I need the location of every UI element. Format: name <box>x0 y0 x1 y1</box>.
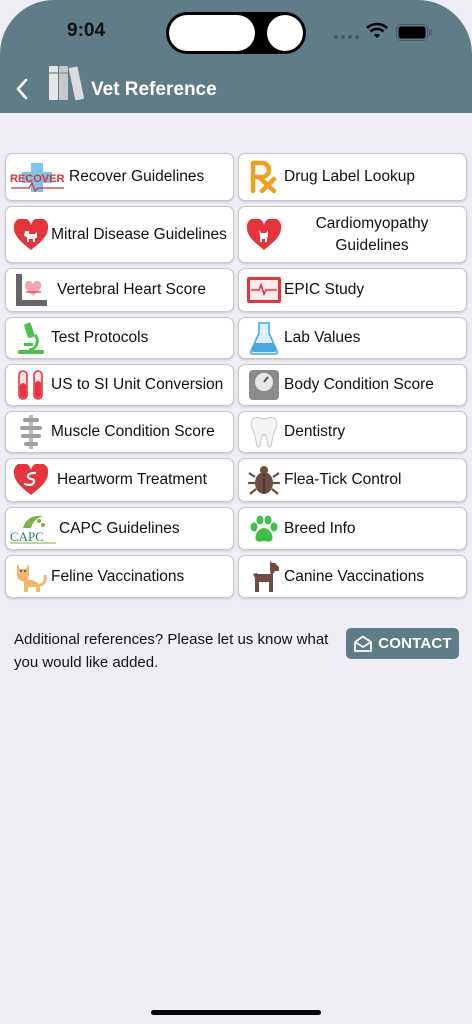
vertebral-heart-icon <box>11 272 51 308</box>
heart-cat-icon <box>244 218 284 251</box>
body-condition-score-card[interactable]: Body Condition Score <box>238 364 467 406</box>
books-logo-icon <box>49 66 85 101</box>
epic-study-card[interactable]: EPIC Study <box>238 268 467 312</box>
feline-vaccinations-card[interactable]: Feline Vaccinations <box>5 555 234 598</box>
breed-info-card[interactable]: Breed Info <box>238 507 467 550</box>
envelope-open-icon <box>354 635 373 652</box>
paw-icon <box>244 513 284 545</box>
status-time: 9:04 <box>67 20 106 41</box>
drug-label-lookup-card[interactable]: Drug Label Lookup <box>238 153 467 201</box>
page-title: Vet Reference <box>91 79 217 100</box>
tick-icon <box>244 463 284 497</box>
card-label: US to SI Unit Conversion <box>51 376 224 393</box>
rx-icon <box>244 160 284 194</box>
card-label: Vertebral Heart Score <box>57 281 207 298</box>
card-label: Body Condition Score <box>284 376 434 393</box>
cat-icon <box>11 560 51 594</box>
scale-icon <box>244 368 284 402</box>
home-indicator[interactable] <box>151 1010 321 1015</box>
tooth-icon <box>244 415 284 449</box>
footer-message: Additional references? Please let us kno… <box>14 631 329 671</box>
card-label: Muscle Condition Score <box>51 423 215 440</box>
recover-guidelines-card[interactable]: RECOVER Recover Guidelines <box>5 153 234 201</box>
heart-dog-icon <box>11 218 51 251</box>
test-protocols-card[interactable]: Test Protocols <box>5 317 234 359</box>
card-label: Heartworm Treatment <box>57 471 207 488</box>
card-label: Recover Guidelines <box>69 168 205 185</box>
card-label: Mitral Disease Guidelines <box>51 225 227 243</box>
heartworm-icon <box>11 464 51 496</box>
contact-button[interactable]: CONTACT <box>346 628 459 659</box>
microscope-icon <box>11 321 51 355</box>
canine-vaccinations-card[interactable]: Canine Vaccinations <box>238 555 467 598</box>
card-label: CAPC Guidelines <box>59 519 180 537</box>
spine-icon <box>11 414 51 450</box>
test-tubes-icon <box>11 368 51 402</box>
lab-values-card[interactable]: Lab Values <box>238 317 467 359</box>
capc-guidelines-card[interactable]: CAPC CAPC Guidelines <box>5 507 234 550</box>
svg-text:RECOVER: RECOVER <box>10 173 64 185</box>
cardiomyopathy-card[interactable]: Cardiomyopathy Guidelines <box>238 206 467 263</box>
card-label: Drug Label Lookup <box>284 168 415 185</box>
mitral-disease-card[interactable]: Mitral Disease Guidelines <box>5 206 234 263</box>
flask-icon <box>244 321 284 355</box>
battery-icon <box>396 24 432 41</box>
card-label: Lab Values <box>284 329 361 346</box>
vertebral-heart-score-card[interactable]: Vertebral Heart Score <box>5 268 234 312</box>
muscle-condition-score-card[interactable]: Muscle Condition Score <box>5 411 234 453</box>
capc-logo-icon: CAPC <box>9 512 59 546</box>
card-label: Test Protocols <box>51 329 149 346</box>
card-label: Canine Vaccinations <box>284 567 425 585</box>
card-label: Feline Vaccinations <box>51 567 185 585</box>
svg-text:CAPC: CAPC <box>10 529 44 544</box>
flea-tick-control-card[interactable]: Flea-Tick Control <box>238 458 467 502</box>
dog-icon <box>244 560 284 594</box>
card-label: EPIC Study <box>284 281 365 298</box>
card-label: Cardiomyopathy Guidelines <box>315 214 429 254</box>
card-label: Flea-Tick Control <box>284 471 402 488</box>
dentistry-card[interactable]: Dentistry <box>238 411 467 453</box>
card-label: Breed Info <box>284 519 356 537</box>
card-label: Dentistry <box>284 423 346 440</box>
reference-grid: RECOVER Recover Guidelines Drug Label Lo… <box>5 153 468 603</box>
unit-conversion-card[interactable]: US to SI Unit Conversion <box>5 364 234 406</box>
navigation-header: 9:04 Vet Reference <box>0 0 472 113</box>
contact-button-label: CONTACT <box>378 635 452 652</box>
back-chevron-icon[interactable] <box>14 77 30 101</box>
cellular-signal-icon <box>334 35 359 39</box>
dynamic-island <box>166 12 306 54</box>
wifi-icon <box>366 22 388 38</box>
ecg-monitor-icon <box>244 275 284 305</box>
heartworm-treatment-card[interactable]: Heartworm Treatment <box>5 458 234 502</box>
recover-logo-icon: RECOVER <box>9 160 65 194</box>
